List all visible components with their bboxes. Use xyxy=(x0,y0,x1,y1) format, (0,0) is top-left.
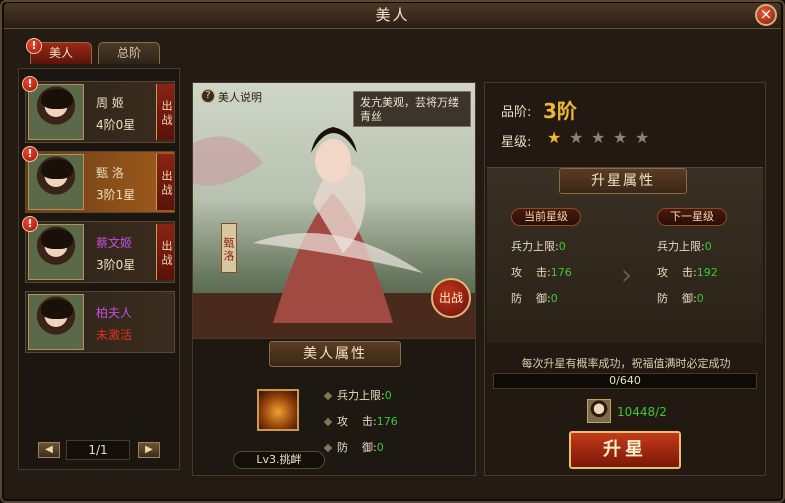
beauty-status: 4阶0星 xyxy=(96,118,136,132)
arrow-right-icon: › xyxy=(621,258,633,291)
stat-label: 兵力上限: xyxy=(511,240,559,253)
upgrade-panel: 品阶: 3阶 星级: ★ ★ ★ ★ ★ 升星属性 当前星级 下一星级 兵力上限:0 攻… xyxy=(484,82,766,476)
beauty-row-zhouji[interactable]: 周 姬 4阶0星 出战 xyxy=(25,81,175,143)
stat-row: 攻 击:176 xyxy=(511,260,621,286)
stat-label: 攻 击: xyxy=(511,266,551,279)
beauty-name: 柏夫人 xyxy=(96,306,133,320)
blessing-progress-bar: 0/640 xyxy=(493,373,757,389)
stat-value: 0 xyxy=(550,292,558,305)
attr-row: 防 御:0 xyxy=(323,435,473,461)
stat-label: 防 御: xyxy=(511,292,551,305)
beauty-row-baifuren[interactable]: 柏夫人 未激活 xyxy=(25,291,175,353)
stat-row: 攻 击:192 xyxy=(657,260,761,286)
avatar xyxy=(28,294,84,350)
stat-value: 176 xyxy=(550,266,572,279)
stat-row: 兵力上限:0 xyxy=(511,234,621,260)
beauty-row-caiwenji[interactable]: 蔡文姬 3阶0星 出战 xyxy=(25,221,175,283)
stat-label: 攻 击: xyxy=(657,266,697,279)
upgrade-title: 升星属性 xyxy=(559,168,687,194)
attr-row: 攻 击:176 xyxy=(323,409,473,435)
stat-label: 防 御: xyxy=(657,292,697,305)
attr-value: 176 xyxy=(376,415,398,428)
beauty-portrait-scene: ? 美人说明 发亢美观，芸将万缕青丝 甄洛 出战 xyxy=(192,82,476,340)
beauty-name: 蔡文姬 xyxy=(96,236,133,250)
attr-value: 0 xyxy=(384,389,392,402)
star-up-button[interactable]: 升星 xyxy=(569,431,681,469)
next-stats: 兵力上限:0 攻 击:192 防 御:0 xyxy=(657,234,761,312)
beauty-name: 甄 洛 xyxy=(96,166,124,180)
avatar xyxy=(28,154,84,210)
attribute-list: 兵力上限:0 攻 击:176 防 御:0 xyxy=(323,383,473,461)
stat-row: 防 御:0 xyxy=(511,286,621,312)
beauty-list-panel: 周 姬 4阶0星 出战 甄 洛 3阶1星 出战 蔡文姬 3阶0星 出战 柏夫人 … xyxy=(18,68,180,470)
star-filled-icon: ★ xyxy=(547,128,562,147)
grade-value: 3阶 xyxy=(543,99,577,123)
portrait-name-tag: 甄洛 xyxy=(221,223,237,273)
beauty-status: 3阶0星 xyxy=(96,258,136,272)
blessing-progress-text: 0/640 xyxy=(609,374,641,387)
star-empty-icon: ★ xyxy=(569,128,584,147)
next-page-button[interactable]: ▶ xyxy=(138,442,160,458)
stat-row: 防 御:0 xyxy=(657,286,761,312)
current-stats: 兵力上限:0 攻 击:176 防 御:0 xyxy=(511,234,621,312)
stat-value: 192 xyxy=(696,266,718,279)
stat-value: 0 xyxy=(704,240,712,253)
attr-label: 防 御: xyxy=(337,441,377,454)
help-label[interactable]: 美人说明 xyxy=(218,89,262,105)
beauty-status: 3阶1星 xyxy=(96,188,136,202)
next-star-label: 下一星级 xyxy=(657,208,727,226)
help-icon[interactable]: ? xyxy=(201,89,215,103)
attr-label: 攻 击: xyxy=(337,415,377,428)
skill-icon[interactable] xyxy=(257,389,299,431)
prev-page-button[interactable]: ◀ xyxy=(38,442,60,458)
alert-icon: ! xyxy=(22,76,38,92)
window-title: 美人 xyxy=(375,6,410,24)
material-count: 10448/2 xyxy=(617,405,667,419)
star-empty-icon: ★ xyxy=(591,128,606,147)
attr-value: 0 xyxy=(376,441,384,454)
attr-row: 兵力上限:0 xyxy=(323,383,473,409)
tab-total-rank-label: 总阶 xyxy=(116,46,141,60)
star-empty-icon: ★ xyxy=(635,128,650,147)
tooltip: 发亢美观，芸将万缕青丝 xyxy=(353,91,471,127)
beauty-name: 周 姬 xyxy=(96,96,124,110)
attributes-title: 美人属性 xyxy=(269,341,401,367)
deploy-button[interactable]: 出战 xyxy=(156,224,174,280)
stat-value: 0 xyxy=(696,292,704,305)
upgrade-material-icon[interactable] xyxy=(587,399,611,423)
close-button[interactable]: × xyxy=(755,4,777,26)
alert-icon: ! xyxy=(22,146,38,162)
upgrade-notice: 每次升星有概率成功，祝福值满时必定成功 xyxy=(521,357,731,370)
attr-label: 兵力上限: xyxy=(337,389,385,402)
tab-alert-icon: ! xyxy=(26,38,42,54)
current-star-label: 当前星级 xyxy=(511,208,581,226)
skill-level-label: Lv3.挑衅 xyxy=(233,451,325,469)
tab-total-rank[interactable]: 总阶 xyxy=(98,42,160,64)
deploy-button[interactable]: 出战 xyxy=(156,154,174,210)
stat-value: 0 xyxy=(558,240,566,253)
deploy-button[interactable]: 出战 xyxy=(156,84,174,140)
upgrade-stats-section: 升星属性 当前星级 下一星级 兵力上限:0 攻 击:176 防 御:0 › 兵力… xyxy=(487,167,763,343)
beauty-attributes-panel: 美人属性 Lv3.挑衅 兵力上限:0 攻 击:176 防 御:0 xyxy=(192,338,476,476)
battle-button[interactable]: 出战 xyxy=(431,278,471,318)
beauty-status: 未激活 xyxy=(96,328,133,342)
beauty-row-zhenluo[interactable]: 甄 洛 3阶1星 出战 xyxy=(25,151,175,213)
stat-row: 兵力上限:0 xyxy=(657,234,761,260)
avatar xyxy=(28,224,84,280)
grade-label: 品阶: xyxy=(501,105,532,120)
stat-label: 兵力上限: xyxy=(657,240,705,253)
star-empty-icon: ★ xyxy=(613,128,628,147)
tab-beauty-label: 美人 xyxy=(48,46,73,60)
star-level-label: 星级: xyxy=(501,135,532,150)
alert-icon: ! xyxy=(22,216,38,232)
avatar xyxy=(28,84,84,140)
page-indicator: 1/1 xyxy=(66,440,130,460)
